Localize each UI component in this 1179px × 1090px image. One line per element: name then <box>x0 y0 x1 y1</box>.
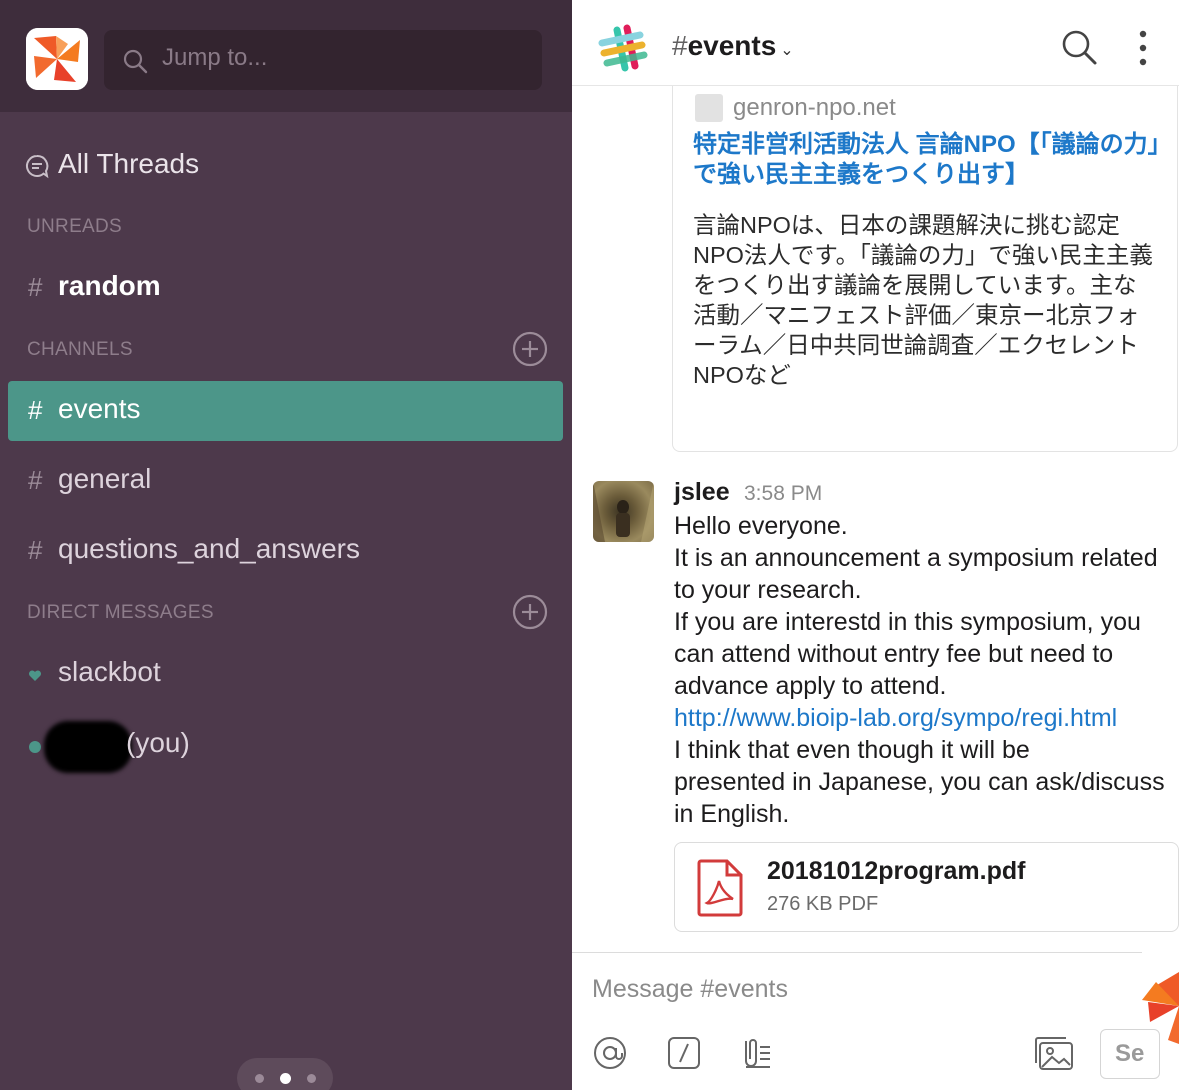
threads-icon <box>26 154 49 179</box>
more-vertical-icon[interactable] <box>1138 28 1148 68</box>
message-line: If you are interestd in this symposium, … <box>674 608 1141 636</box>
preview-description: 言論NPOは、日本の課題解決に挑む認定NPO法人です。「議論の力」で強い民主主義… <box>693 212 1153 388</box>
hash-icon: # <box>28 535 43 565</box>
link-preview[interactable]: genron-npo.net 特定非営利活動法人 言論NPO【「議論の力」で強い… <box>672 86 1178 452</box>
presence-dot-icon <box>29 741 41 753</box>
message-author[interactable]: jslee <box>674 478 730 507</box>
hash-icon: # <box>28 465 43 495</box>
channel-name: general <box>58 463 152 494</box>
page-dot <box>255 1074 264 1083</box>
search-icon <box>123 49 148 74</box>
attach-file-icon[interactable] <box>738 1035 774 1071</box>
sidebar-item-general[interactable]: # general <box>8 451 563 511</box>
slash-command-icon[interactable] <box>666 1035 702 1071</box>
channels-header[interactable]: CHANNELS <box>27 339 133 361</box>
message-line: Hello everyone. <box>674 512 848 540</box>
message-line: presented in Japanese, you can ask/discu… <box>674 768 1165 796</box>
avatar[interactable] <box>593 481 654 542</box>
page-dot-active <box>280 1073 291 1084</box>
file-name: 20181012program.pdf <box>767 857 1026 885</box>
chevron-down-icon: ⌄ <box>780 42 794 59</box>
message-line: It is an announcement a symposium relate… <box>674 544 1158 572</box>
hash-icon: # <box>28 395 43 425</box>
message-input[interactable]: Message #events <box>592 975 788 1004</box>
dm-name: (you) <box>126 727 190 758</box>
channel-hash: # <box>672 30 688 61</box>
favicon-icon <box>695 94 723 122</box>
hash-icon: # <box>28 272 43 302</box>
unreads-header: UNREADS <box>27 216 123 237</box>
all-threads-item[interactable]: All Threads <box>0 140 572 192</box>
photo-icon[interactable] <box>1032 1035 1074 1071</box>
heart-icon <box>28 670 42 681</box>
direct-messages-header[interactable]: DIRECT MESSAGES <box>27 602 214 624</box>
message-line: can attend without entry fee but need to <box>674 640 1114 668</box>
file-attachment[interactable]: 20181012program.pdf 276 KB PDF <box>674 842 1179 932</box>
preview-site: genron-npo.net <box>733 94 896 121</box>
pdf-file-icon <box>697 859 743 917</box>
message-composer[interactable]: Message #events Se <box>572 952 1160 1090</box>
send-label: Se <box>1115 1040 1145 1067</box>
sidebar-item-events[interactable]: # events <box>8 381 563 441</box>
add-channel-icon[interactable] <box>512 331 548 367</box>
channel-name: questions_and_answers <box>58 533 360 564</box>
mention-icon[interactable] <box>592 1035 628 1071</box>
message-line: in English. <box>674 800 790 828</box>
channel-name: events <box>58 393 141 424</box>
message-link[interactable]: http://www.bioip-lab.org/sympo/regi.html <box>674 702 1179 734</box>
sidebar: Jump to... All Threads UNREADS # random … <box>0 0 572 1090</box>
channel-view: #events ⌄ genron-npo.net 特定非営利活動法人 言論NPO【… <box>572 0 1179 1090</box>
search-icon[interactable] <box>1060 28 1098 66</box>
sidebar-header: Jump to... <box>0 0 572 112</box>
message-body: Hello everyone. It is an announcement a … <box>674 510 1179 830</box>
jump-to-placeholder: Jump to... <box>162 44 268 71</box>
slack-logo-icon[interactable] <box>598 24 648 74</box>
team-logo-icon[interactable] <box>26 28 88 90</box>
sidebar-item-random[interactable]: # random <box>8 258 563 318</box>
sidebar-item-self[interactable]: (you) <box>8 715 563 775</box>
page-dot <box>307 1074 316 1083</box>
app-logo-icon <box>1142 972 1179 1044</box>
sidebar-item-slackbot[interactable]: slackbot <box>8 644 563 704</box>
redacted-username <box>44 721 132 773</box>
channel-title-name: events <box>687 30 777 61</box>
channel-title[interactable]: #events ⌄ <box>672 30 794 62</box>
sidebar-item-questions-and-answers[interactable]: # questions_and_answers <box>8 521 563 581</box>
message-timestamp[interactable]: 3:58 PM <box>744 482 822 506</box>
preview-title[interactable]: 特定非営利活動法人 言論NPO【「議論の力」で強い民主主義をつくり出す】 <box>693 130 1163 190</box>
add-dm-icon[interactable] <box>512 594 548 630</box>
all-threads-label: All Threads <box>58 148 200 179</box>
message-line: to your research. <box>674 576 862 604</box>
file-meta: 276 KB PDF <box>767 893 879 915</box>
page-indicator[interactable] <box>237 1058 333 1090</box>
channel-name: random <box>58 270 161 301</box>
jump-to-search[interactable]: Jump to... <box>104 30 542 90</box>
message-line: advance apply to attend. <box>674 672 947 700</box>
channel-header: #events ⌄ <box>572 10 1179 86</box>
message-line: I think that even though it will be <box>674 736 1030 764</box>
dm-name: slackbot <box>58 656 161 687</box>
